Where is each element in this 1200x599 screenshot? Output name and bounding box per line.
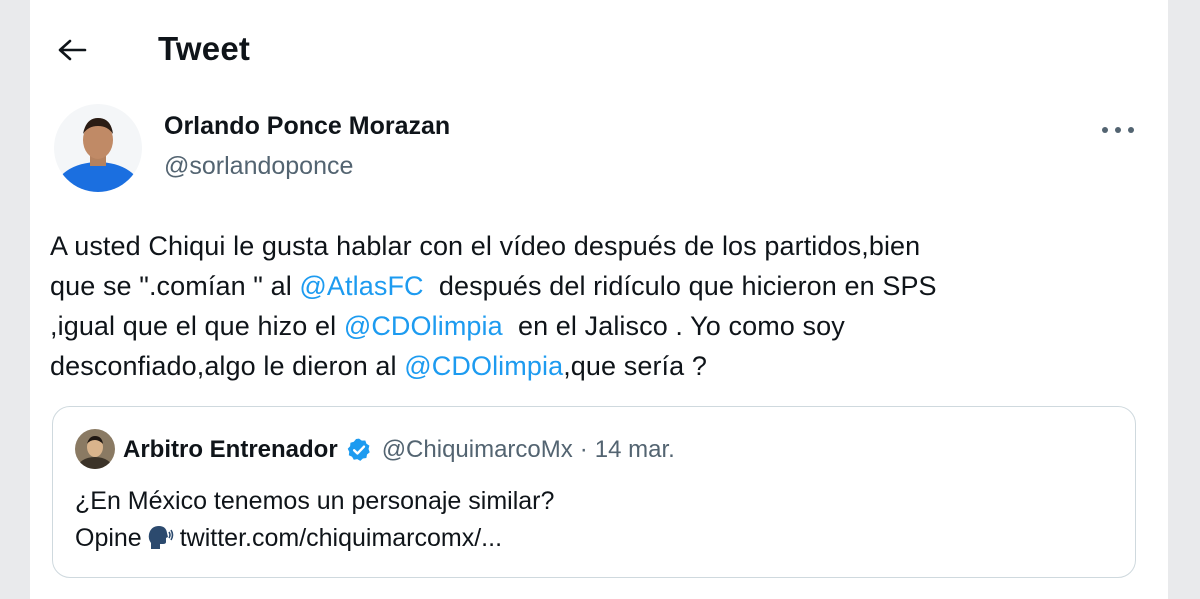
tweet-text-segment: desconfiado,algo le dieron al xyxy=(50,351,405,381)
tweet-line: ,igual que el que hizo el @CDOlimpia en … xyxy=(50,306,1150,346)
author-handle[interactable]: @sorlandoponce xyxy=(164,152,353,181)
tweet-text-segment: en el Jalisco . Yo como soy xyxy=(502,311,845,341)
quoted-tweet-date[interactable]: 14 mar. xyxy=(595,436,675,464)
tweet-detail-panel: Tweet Orlando Ponce Morazan @sorlandopon… xyxy=(30,0,1168,599)
more-options-icon xyxy=(1102,127,1134,133)
mention-link[interactable]: @AtlasFC xyxy=(299,271,423,301)
quoted-author-avatar[interactable] xyxy=(75,429,115,469)
tweet-text-segment: que se ".comían " al xyxy=(50,271,300,301)
quoted-tweet-line: ¿En México tenemos un personaje similar? xyxy=(75,487,555,515)
separator-dot: · xyxy=(579,436,588,463)
tweet-text-segment: ,igual que el que hizo el xyxy=(50,311,344,341)
tweet-text-segment: A usted Chiqui le gusta hablar con el ví… xyxy=(50,231,921,261)
quoted-tweet-line-prefix: Opine xyxy=(75,524,142,552)
quoted-author-handle[interactable]: @ChiquimarcoMx xyxy=(382,436,573,464)
verified-badge-icon xyxy=(346,437,372,463)
tweet-line: desconfiado,algo le dieron al @CDOlimpia… xyxy=(50,346,1150,386)
author-name[interactable]: Orlando Ponce Morazan xyxy=(164,112,450,141)
tweet-text-segment: ,que sería ? xyxy=(563,351,707,381)
mention-link[interactable]: @CDOlimpia xyxy=(344,311,503,341)
mention-link[interactable]: @CDOlimpia xyxy=(404,351,563,381)
author-avatar[interactable] xyxy=(54,104,142,192)
tweet-line: A usted Chiqui le gusta hablar con el ví… xyxy=(50,226,1150,266)
page-title: Tweet xyxy=(158,30,251,67)
back-button[interactable] xyxy=(52,30,92,70)
tweet-line: que se ".comían " al @AtlasFC después de… xyxy=(50,266,1150,306)
speaking-head-icon xyxy=(146,523,174,562)
quoted-tweet-link[interactable]: twitter.com/chiquimarcomx/... xyxy=(180,524,502,552)
back-arrow-icon xyxy=(58,39,87,61)
tweet-text-segment: después del ridículo que hicieron en SPS xyxy=(423,271,937,301)
quoted-tweet-text: ¿En México tenemos un personaje similar?… xyxy=(75,483,554,562)
quoted-tweet-header: Arbitro Entrenador @ChiquimarcoMx · 14 m… xyxy=(123,433,675,467)
more-options-button[interactable] xyxy=(1094,112,1142,148)
page-header: Tweet xyxy=(30,0,1168,100)
tweet-text: A usted Chiqui le gusta hablar con el ví… xyxy=(50,226,1150,386)
quoted-tweet[interactable]: Arbitro Entrenador @ChiquimarcoMx · 14 m… xyxy=(52,406,1136,578)
quoted-author-name[interactable]: Arbitro Entrenador xyxy=(123,436,338,464)
